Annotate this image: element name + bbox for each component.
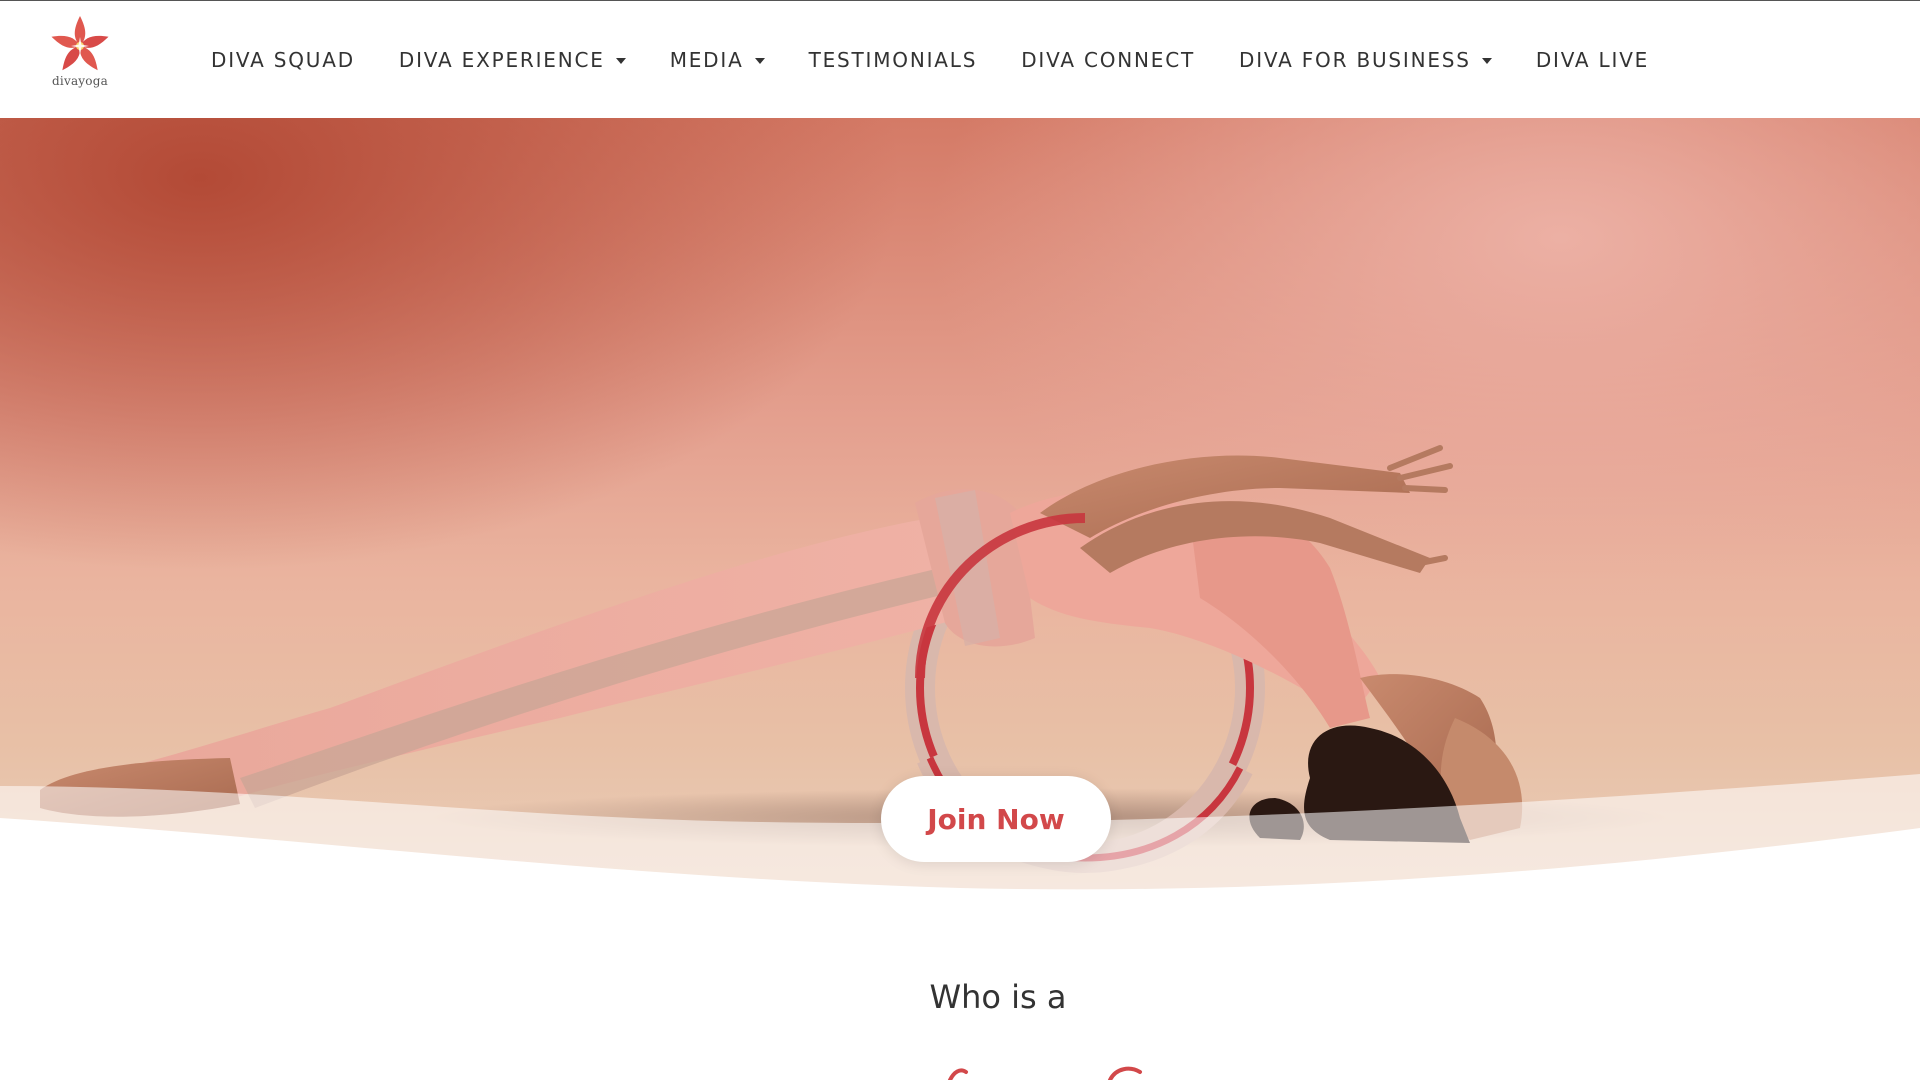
nav-label: TESTIMONIALS [808,48,978,72]
nav-label: DIVA FOR BUSINESS [1239,48,1471,72]
caret-down-icon [754,57,765,64]
nav-label: DIVA EXPERIENCE [398,48,605,72]
nav-label: MEDIA [669,48,744,72]
caret-down-icon [615,57,626,64]
site-header: divayoga DIVA SQUAD DIVA EXPERIENCE MEDI… [0,0,1920,118]
nav-item-diva-for-business[interactable]: DIVA FOR BUSINESS [1239,48,1492,72]
main-navigation: DIVA SQUAD DIVA EXPERIENCE MEDIA TESTIMO… [211,1,1693,119]
nav-item-diva-experience[interactable]: DIVA EXPERIENCE [399,48,626,72]
section-heading: Who is a [929,978,1067,1016]
divayoga-logo[interactable]: divayoga [48,15,112,91]
nav-label: DIVA LIVE [1535,48,1650,72]
join-now-button[interactable]: Join Now [881,776,1111,862]
nav-label: DIVA CONNECT [1021,48,1196,72]
caret-down-icon [1481,57,1492,64]
script-heading-decoration [948,1066,1142,1080]
nav-item-media[interactable]: MEDIA [670,48,765,72]
nav-item-diva-live[interactable]: DIVA LIVE [1536,48,1649,72]
nav-label: DIVA SQUAD [211,48,355,72]
logo-wordmark: divayoga [52,74,108,88]
nav-item-diva-squad[interactable]: DIVA SQUAD [211,48,355,72]
nav-item-testimonials[interactable]: TESTIMONIALS [809,48,978,72]
nav-item-diva-connect[interactable]: DIVA CONNECT [1021,48,1195,72]
flower-star-icon [51,16,109,71]
